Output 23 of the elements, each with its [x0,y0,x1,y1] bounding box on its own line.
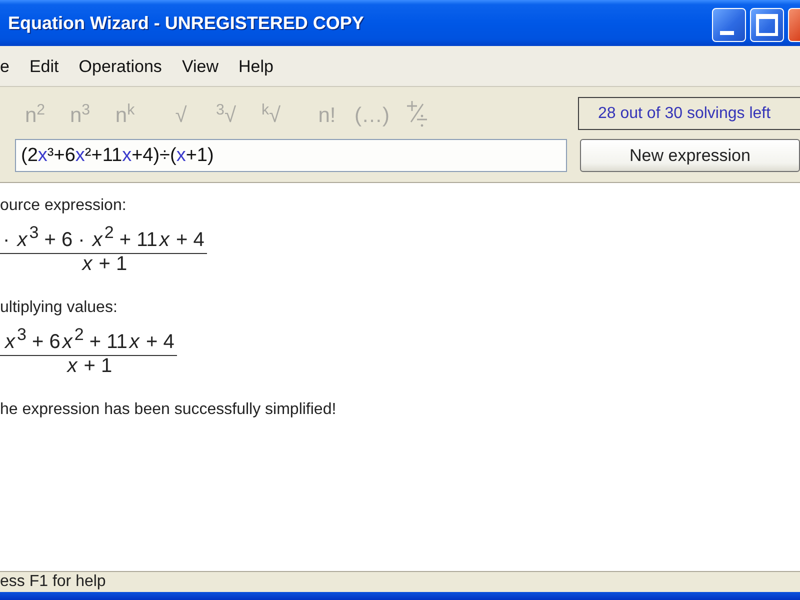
maximize-button[interactable] [750,8,784,42]
close-button[interactable] [788,8,800,42]
minimize-icon [720,31,734,35]
result-message: he expression has been successfully simplified! [0,400,336,420]
section-label: ource expression: [0,196,126,216]
new-expression-button[interactable]: New expression [580,139,800,172]
fraction-numerator: · x$^{3}$ + 6 · x$^{2}$ + 11x + 4 [0,228,208,254]
window-title: Equation Wizard - UNREGISTERED COPY [8,12,364,34]
menu-item[interactable]: View [172,54,228,78]
status-text: ess F1 for help [0,572,106,592]
menu-item[interactable]: Edit [19,54,69,78]
plus-divide-icon [407,100,427,126]
solvings-counter: 28 out of 30 solvings left [578,97,800,130]
fraction-numerator: x$^{3}$ + 6x$^{2}$ + 11x + 4 [0,330,178,356]
menu-item[interactable]: e [0,54,20,78]
expression-field[interactable]: (2x³+6x²+11x+4)÷(x+1) [15,139,567,172]
fraction-denominator: x + 1 [80,254,128,274]
maximize-icon [756,14,778,36]
section-label: ultiplying values: [0,298,118,318]
menu-item[interactable]: Operations [68,54,172,78]
minimize-button[interactable] [712,8,746,42]
menu-item[interactable]: Help [228,54,284,78]
fraction-denominator: x + 1 [66,356,114,376]
